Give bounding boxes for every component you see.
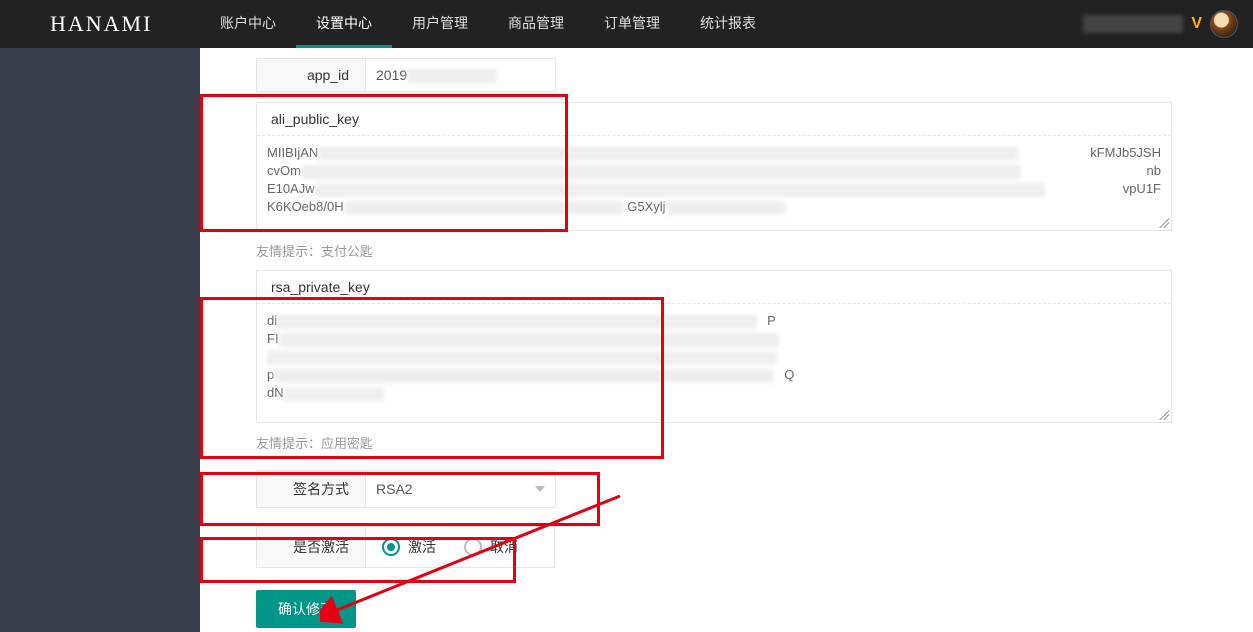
public-key-label: ali_public_key (257, 103, 1171, 136)
pk-line: MIIBIjAN (267, 145, 318, 160)
blur-segment (267, 351, 777, 365)
blur-segment (301, 165, 1021, 179)
nav-products[interactable]: 商品管理 (488, 0, 584, 48)
blur-segment (318, 147, 1018, 161)
sign-method-value: RSA2 (376, 481, 413, 497)
nav-orders[interactable]: 订单管理 (584, 0, 680, 48)
sk-line: dN (267, 385, 284, 400)
pk-tail: kFMJb5JSH (1090, 144, 1161, 162)
sk-side: Q (784, 367, 794, 382)
radio-cancel-label[interactable]: 取消 (490, 537, 518, 557)
submit-button[interactable]: 确认修改 (256, 590, 356, 628)
app-id-input[interactable]: 2019 (366, 58, 556, 92)
nav-reports[interactable]: 统计报表 (680, 0, 776, 48)
chevron-down-icon (535, 486, 545, 492)
nav-account[interactable]: 账户中心 (200, 0, 296, 48)
private-key-box: rsa_private_key di P FI p Q dN (256, 270, 1172, 423)
app-id-value: 2019 (376, 67, 407, 83)
sk-line: FI (267, 331, 279, 346)
resize-handle[interactable] (1159, 410, 1169, 420)
hint-pubkey: 友情提示：支付公匙 (256, 241, 1233, 260)
user-badge: V (1191, 15, 1202, 33)
pk-tail: vpU1F (1123, 180, 1161, 198)
topbar: HANAMI 账户中心 设置中心 用户管理 商品管理 订单管理 统计报表 V (0, 0, 1253, 48)
sk-side: P (767, 313, 776, 328)
blur-segment (274, 369, 774, 383)
pk-line: E10AJw (267, 181, 315, 196)
blur-segment (344, 201, 624, 215)
radio-activate[interactable] (382, 538, 400, 556)
sign-method-label: 签名方式 (256, 470, 366, 508)
pk-mid: G5Xylj (627, 199, 665, 214)
activate-row: 是否激活 激活 取消 (256, 526, 1233, 568)
blur-segment (284, 387, 384, 401)
blur-segment (279, 333, 779, 347)
sidebar: ◀ (0, 48, 200, 632)
pk-line: K6KOeb8/0H (267, 199, 344, 214)
nav-menu: 账户中心 设置中心 用户管理 商品管理 订单管理 统计报表 (200, 0, 776, 48)
blur-segment (315, 183, 1045, 197)
pk-line: cvOm (267, 163, 301, 178)
avatar[interactable] (1210, 10, 1238, 38)
brand-logo: HANAMI (0, 0, 200, 48)
nav-users[interactable]: 用户管理 (392, 0, 488, 48)
private-key-textarea[interactable]: di P FI p Q dN (257, 304, 1171, 422)
radio-activate-label[interactable]: 激活 (408, 537, 436, 557)
app-id-label: app_id (256, 58, 366, 92)
private-key-label: rsa_private_key (257, 271, 1171, 304)
pk-tail: nb (1147, 162, 1161, 180)
blur-segment (407, 69, 497, 83)
blur-segment (277, 315, 757, 329)
blur-segment (666, 201, 786, 215)
activate-label: 是否激活 (256, 526, 366, 568)
sk-line: di (267, 313, 277, 328)
user-box[interactable]: V (1083, 0, 1253, 48)
sign-method-row: 签名方式 RSA2 (256, 470, 1233, 508)
public-key-box: ali_public_key MIIBIjAN kFMJb5JSH cvOm nb … (256, 102, 1172, 231)
username-blurred (1083, 15, 1183, 33)
content: app_id 2019 ali_public_key MIIBIjAN kFMJb… (200, 48, 1253, 632)
sign-method-select[interactable]: RSA2 (366, 470, 556, 508)
public-key-textarea[interactable]: MIIBIjAN kFMJb5JSH cvOm nb E10AJw vpU1F K6K… (257, 136, 1171, 230)
sk-line: p (267, 367, 274, 382)
hint-privkey: 友情提示：应用密匙 (256, 433, 1233, 452)
resize-handle[interactable] (1159, 218, 1169, 228)
radio-cancel[interactable] (464, 538, 482, 556)
nav-settings[interactable]: 设置中心 (296, 0, 392, 48)
app-id-row: app_id 2019 (256, 58, 1233, 92)
